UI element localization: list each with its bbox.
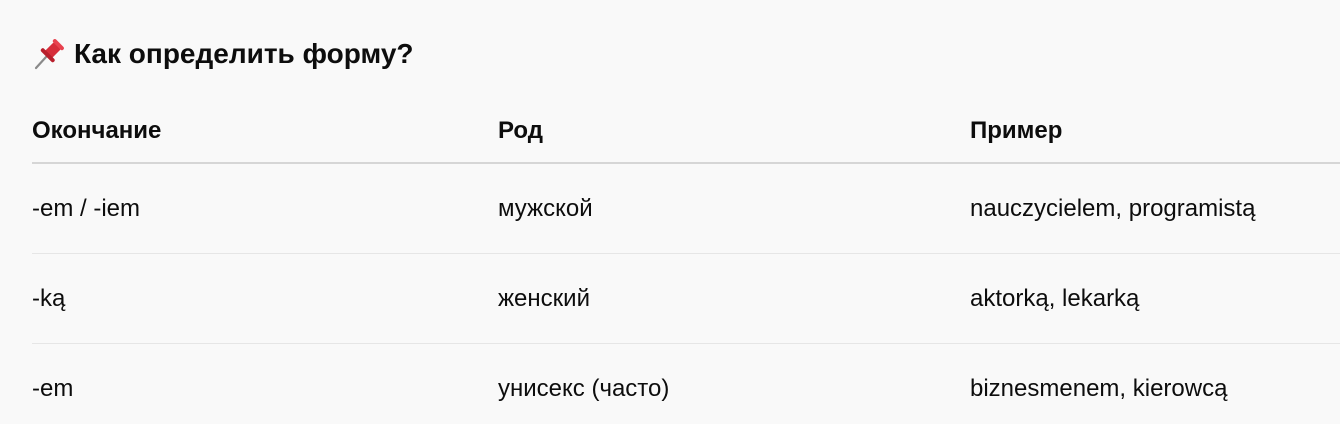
table-row: -ką женский aktorką, lekarką (32, 253, 1340, 344)
cell-example: aktorką, lekarką (970, 253, 1340, 344)
cell-example: biznesmenem, kierowcą (970, 374, 1228, 402)
cell-gender: унисекс (часто) (498, 374, 670, 402)
table-row: -em унисекс (часто) biznesmenem, kierowc… (32, 344, 1340, 424)
cell-ending: -em (32, 374, 74, 402)
column-header-gender: Род (498, 100, 970, 164)
table-header-row: Окончание Род Пример (32, 100, 1340, 164)
cell-gender: женский (498, 253, 970, 344)
cell-ending: -em / -iem (32, 163, 498, 254)
column-header-example: Пример (970, 100, 1340, 164)
endings-table: Окончание Род Пример -em / -iem мужской … (32, 100, 1340, 424)
section-heading: Как определить форму? (32, 30, 414, 78)
table-row: -em / -iem мужской nauczycielem, program… (32, 163, 1340, 254)
page: Как определить форму? Окончание Род Прим… (0, 0, 1340, 424)
cell-ending: -ką (32, 253, 498, 344)
column-header-ending: Окончание (32, 100, 498, 164)
cell-gender: мужской (498, 163, 970, 254)
cell-example: nauczycielem, programistą (970, 163, 1340, 254)
heading-title: Как определить форму? (74, 38, 414, 69)
pushpin-icon (32, 37, 66, 71)
